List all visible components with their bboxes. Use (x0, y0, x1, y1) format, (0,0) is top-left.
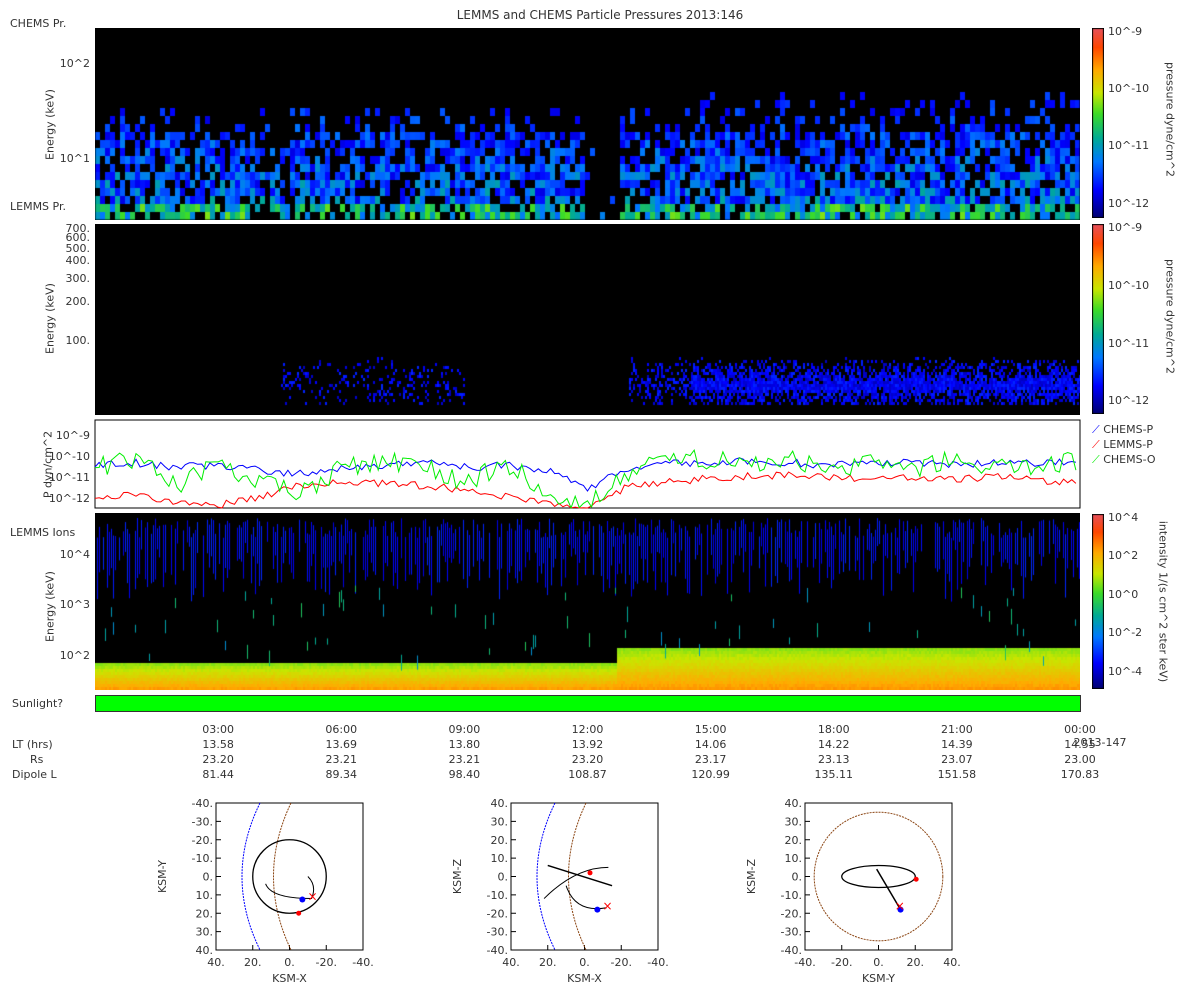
y-tick-label: 10. (196, 889, 214, 902)
orbit-frame (215, 802, 364, 951)
y-tick-label: 30. (196, 926, 214, 939)
y-tick-label: 0. (203, 871, 214, 884)
y-tick-label: 30. (491, 815, 509, 828)
y-tick-label: 40. (491, 797, 509, 810)
x-tick-label: 0. (579, 956, 590, 969)
y-tick-label: -10. (192, 852, 213, 865)
orbit-plots: 40. 20. 0. -20. -40.-40.-30.-20.-10.0.10.20.… (156, 797, 961, 985)
y-tick-label: -10. (781, 889, 802, 902)
y-axis-label: KSM-Y (156, 860, 169, 893)
orbit-frame (804, 802, 953, 951)
y-tick-label: 20. (491, 834, 509, 847)
y-tick-label: 40. (196, 944, 214, 957)
x-axis-label: KSM-X (567, 972, 602, 985)
y-tick-label: -40. (487, 944, 508, 957)
x-tick-label: 40. (207, 956, 225, 969)
start-marker: × (308, 890, 318, 904)
y-axis-label: KSM-Z (451, 858, 464, 894)
x-tick-label: 20. (907, 956, 925, 969)
y-tick-label: 10. (491, 852, 509, 865)
titan-position (913, 876, 919, 882)
titan-position (587, 870, 593, 876)
spacecraft-position (594, 906, 601, 913)
x-tick-label: -20. (316, 956, 337, 969)
y-tick-label: -20. (487, 907, 508, 920)
start-marker: × (603, 899, 613, 913)
x-tick-label: 0. (284, 956, 295, 969)
y-axis-label: KSM-Z (745, 858, 758, 894)
y-tick-label: 0. (792, 871, 803, 884)
y-tick-label: -40. (781, 944, 802, 957)
x-tick-label: -40. (794, 956, 815, 969)
x-axis-label: KSM-Y (862, 972, 895, 985)
y-tick-label: -30. (192, 815, 213, 828)
y-tick-label: 40. (785, 797, 803, 810)
spacecraft-position (299, 896, 306, 903)
y-tick-label: 20. (785, 834, 803, 847)
y-tick-label: -10. (487, 889, 508, 902)
x-tick-label: -20. (831, 956, 852, 969)
x-tick-label: -20. (611, 956, 632, 969)
y-tick-label: 0. (498, 871, 509, 884)
y-tick-label: -20. (781, 907, 802, 920)
y-tick-label: 20. (196, 907, 214, 920)
x-tick-label: -40. (647, 956, 668, 969)
x-tick-label: 40. (502, 956, 520, 969)
x-axis-label: KSM-X (272, 972, 307, 985)
x-tick-label: 40. (943, 956, 961, 969)
y-tick-label: -30. (781, 926, 802, 939)
x-tick-label: 0. (873, 956, 884, 969)
y-tick-label: -30. (487, 926, 508, 939)
y-tick-label: 10. (785, 852, 803, 865)
x-tick-label: -40. (352, 956, 373, 969)
x-tick-label: 20. (539, 956, 557, 969)
titan-position (296, 910, 302, 916)
x-tick-label: 20. (244, 956, 262, 969)
y-tick-label: -20. (192, 834, 213, 847)
y-tick-label: 30. (785, 815, 803, 828)
start-marker: × (895, 899, 905, 913)
y-tick-label: -40. (192, 797, 213, 810)
